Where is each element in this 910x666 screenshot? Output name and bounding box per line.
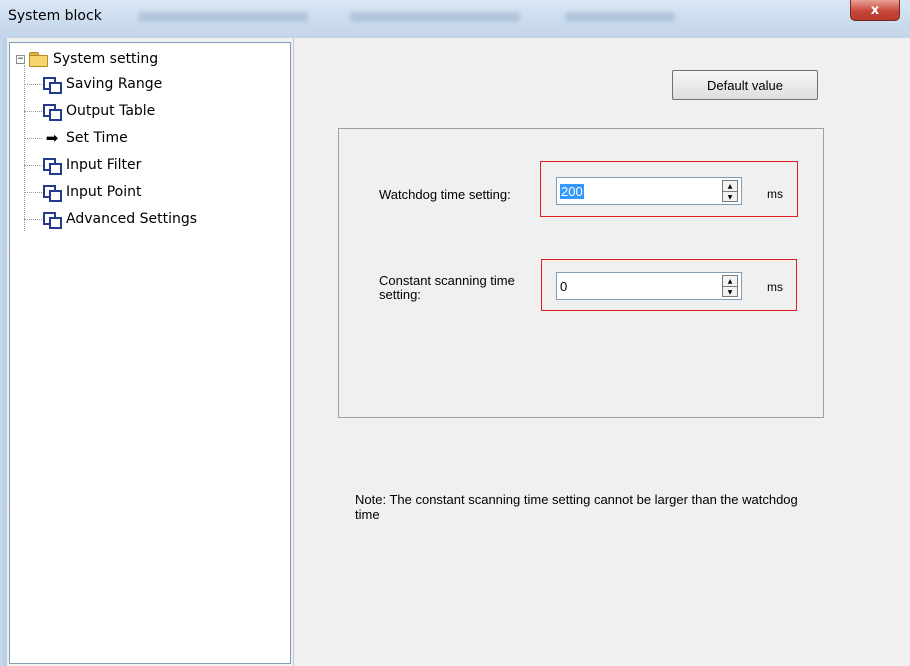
- tree-item-label: Set Time: [66, 130, 128, 146]
- watchdog-value[interactable]: 200: [560, 184, 584, 199]
- tree-item-input-point[interactable]: Input Point: [24, 182, 141, 202]
- panel-divider: [293, 38, 294, 666]
- collapse-icon[interactable]: −: [16, 54, 25, 64]
- tree-item-output-table[interactable]: Output Table: [24, 101, 155, 121]
- folder-icon: [29, 52, 48, 67]
- title-bar: System block x: [0, 0, 910, 38]
- tree-item-label: Input Filter: [66, 157, 142, 173]
- constant-scan-value[interactable]: 0: [560, 279, 567, 294]
- watchdog-label: Watchdog time setting:: [379, 187, 511, 202]
- window-icon: [43, 157, 62, 175]
- blurred-toolbar-item: [138, 12, 308, 22]
- tree-item-label: Advanced Settings: [66, 211, 198, 227]
- window-icon: [43, 76, 62, 94]
- constant-scan-unit: ms: [767, 280, 783, 294]
- tree-item-set-time[interactable]: ➡ Set Time: [24, 128, 128, 148]
- note-text: Note: The constant scanning time setting…: [355, 492, 798, 522]
- spin-up-icon[interactable]: ▲: [723, 276, 737, 287]
- watchdog-spinner[interactable]: ▲ ▼: [722, 180, 738, 202]
- watchdog-time-input[interactable]: 200 ▲ ▼: [556, 177, 742, 205]
- tree-item-label: Output Table: [66, 103, 156, 119]
- window-icon: [43, 184, 62, 202]
- default-value-button[interactable]: Default value: [672, 70, 818, 100]
- close-button[interactable]: x: [850, 0, 900, 21]
- window-frame-left: [0, 38, 7, 666]
- spin-down-icon[interactable]: ▼: [723, 287, 737, 297]
- tree-item-label: Input Point: [66, 184, 142, 200]
- constant-scan-spinner[interactable]: ▲ ▼: [722, 275, 738, 297]
- tree-item-advanced-settings[interactable]: Advanced Settings: [24, 209, 197, 229]
- arrow-right-icon: ➡: [45, 129, 59, 147]
- window-icon: [43, 211, 62, 229]
- constant-scan-time-input[interactable]: 0 ▲ ▼: [556, 272, 742, 300]
- window-icon: [43, 103, 62, 121]
- blurred-toolbar-item: [565, 12, 675, 22]
- close-icon: x: [870, 2, 880, 18]
- constant-scan-label: Constant scanning time setting:: [379, 273, 515, 302]
- spin-down-icon[interactable]: ▼: [723, 192, 737, 202]
- window-title: System block: [8, 8, 102, 24]
- blurred-toolbar-item: [350, 12, 520, 22]
- tree-root-system-setting[interactable]: − System setting: [16, 49, 158, 69]
- tree-root-label: System setting: [53, 51, 159, 67]
- watchdog-unit: ms: [767, 187, 783, 201]
- tree-item-label: Saving Range: [66, 76, 163, 92]
- tree-item-saving-range[interactable]: Saving Range: [24, 74, 162, 94]
- tree-item-input-filter[interactable]: Input Filter: [24, 155, 141, 175]
- settings-tree[interactable]: − System setting Saving Range Output Tab…: [9, 42, 291, 664]
- spin-up-icon[interactable]: ▲: [723, 181, 737, 192]
